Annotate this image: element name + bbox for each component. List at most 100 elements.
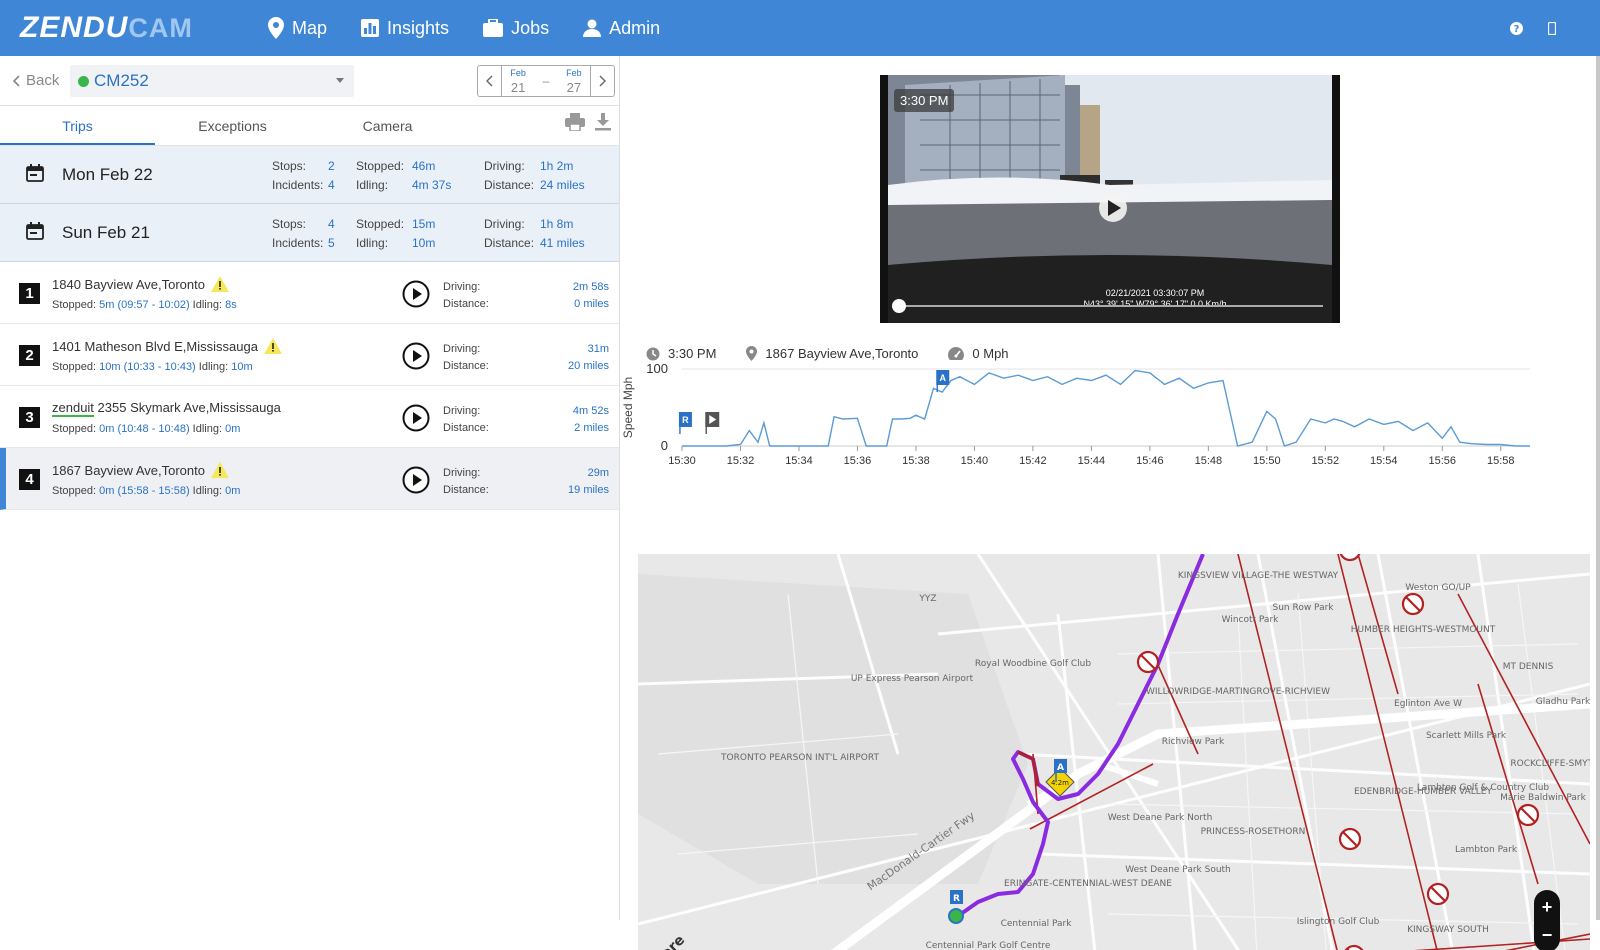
page-scrollbar[interactable] — [1596, 56, 1600, 920]
chart-x-tick: 15:40 — [961, 455, 989, 467]
day-summary[interactable]: Sun Feb 21 Stops: 4 Incidents: 5 Stopped: 1… — [0, 204, 619, 262]
trip-address-text: 2355 Skymark Ave,Mississauga — [97, 400, 281, 415]
date-from-month: Feb — [510, 67, 526, 78]
chart-marker-label: R — [682, 415, 689, 425]
idling-label: Idling: — [198, 361, 229, 373]
day-summary[interactable]: Mon Feb 22 Stops: 2 Incidents: 4 Stopped: 4… — [0, 146, 619, 204]
nav-admin-label: Admin — [609, 17, 661, 38]
video-progress-track[interactable] — [898, 305, 1323, 307]
map-a-label: A — [1057, 763, 1064, 773]
vehicle-select[interactable]: CM252 — [70, 65, 354, 97]
idling-label: Idling: — [192, 299, 223, 311]
tab-camera[interactable]: Camera — [310, 106, 465, 145]
nav-insights[interactable]: Insights — [361, 18, 449, 39]
stopped-value: 5m (09:57 - 10:02) — [99, 299, 190, 311]
map-canvas: 4.2m A R KINGSVIEW VILLAGE-THE WESTWAY W… — [638, 554, 1590, 950]
dashcam-video[interactable]: 3:30 PM 02/21/2021 03:30:07 PM N43° 39' 1… — [880, 75, 1340, 323]
idling-value: 10m — [231, 361, 253, 373]
trip-address: 1867 Bayview Ave,Toronto — [52, 462, 229, 478]
stat-value: 2 — [328, 159, 335, 173]
driving-label: Driving: — [443, 343, 481, 355]
trip-number: 2 — [19, 345, 40, 366]
nav-map[interactable]: Map — [268, 17, 327, 39]
date-separator: – — [542, 74, 550, 88]
driving-value: 4m 52s — [572, 405, 609, 417]
stat-value: 4m 37s — [412, 178, 452, 192]
chart-x-tick: 15:58 — [1487, 455, 1515, 467]
video-progress-handle[interactable] — [892, 299, 906, 313]
stat-value: 24 miles — [540, 178, 585, 192]
stat-label: Idling: — [356, 178, 389, 192]
map-label: KINGSWAY SOUTH — [1407, 925, 1489, 935]
play-icon[interactable] — [402, 342, 430, 370]
trip-values: 31m 20 miles — [568, 341, 609, 375]
help-icon[interactable]: ? — [1508, 20, 1524, 36]
tab-trips[interactable]: Trips — [0, 106, 155, 145]
driving-label: Driving: — [443, 281, 481, 293]
date-range-picker: Feb 21 – Feb 27 — [477, 65, 615, 97]
print-icon[interactable] — [565, 113, 585, 136]
trip-address: zenduit 2355 Skymark Ave,Mississauga — [52, 400, 281, 417]
main-nav: Map Insights Jobs Admin — [268, 0, 694, 56]
trip-row[interactable]: 1 1840 Bayview Ave,Toronto Stopped: 5m (… — [0, 262, 619, 324]
chevron-left-icon — [486, 75, 493, 87]
map-label: Royal Woodbine Golf Club — [975, 659, 1091, 669]
trip-row[interactable]: 3 zenduit 2355 Skymark Ave,Mississauga S… — [0, 386, 619, 448]
prev-date-button[interactable] — [478, 66, 502, 96]
map-label: WILLOWRIDGE-MARTINGROVE-RICHVIEW — [1146, 687, 1330, 697]
stat-label: Driving: — [484, 217, 525, 231]
map-label: Sun Row Park — [1272, 603, 1334, 613]
play-icon[interactable] — [402, 404, 430, 432]
day-stopped: Stopped: 46m — [356, 159, 435, 173]
stat-value: 1h 2m — [540, 159, 574, 173]
stopped-value: 0m (15:58 - 15:58) — [99, 485, 190, 497]
position-time: 3:30 PM — [668, 346, 717, 361]
caret-down-icon — [336, 78, 344, 83]
driving-value: 31m — [587, 343, 609, 355]
distance-label: Distance: — [443, 360, 489, 372]
trip-row-selected[interactable]: 4 1867 Bayview Ave,Toronto Stopped: 0m (… — [0, 448, 619, 510]
trip-row[interactable]: 2 1401 Matheson Blvd E,Mississauga Stopp… — [0, 324, 619, 386]
date-from-day: 21 — [510, 79, 526, 95]
zoom-in-button[interactable]: + — [1534, 894, 1560, 920]
trip-detail-panel: 3:30 PM 02/21/2021 03:30:07 PM N43° 39' 1… — [622, 56, 1590, 950]
date-range[interactable]: Feb 21 – Feb 27 — [502, 66, 590, 96]
route-map[interactable]: 4.2m A R KINGSVIEW VILLAGE-THE WESTWAY W… — [638, 554, 1590, 950]
brand-name-part1: ZENDU — [20, 11, 129, 44]
trip-values: 29m 19 miles — [568, 465, 609, 499]
chart-x-tick: 15:32 — [727, 455, 755, 467]
play-icon[interactable] — [402, 466, 430, 494]
download-icon[interactable] — [595, 113, 611, 136]
zoom-controls: + − — [1534, 890, 1560, 950]
brand-logo[interactable]: ZENDU CAM — [20, 11, 193, 44]
back-button[interactable]: Back — [12, 72, 59, 89]
trip-labels: Driving: Distance: — [443, 341, 489, 375]
stat-label: Idling: — [356, 236, 389, 250]
speed-chart[interactable]: 100 0 Speed Mph 15:30 15:32 15:34 15:36 15:38 15… — [622, 364, 1590, 544]
user-icon — [583, 19, 602, 37]
tab-exceptions[interactable]: Exceptions — [155, 106, 310, 145]
chart-icon — [361, 19, 380, 37]
day-idling: Idling: 4m 37s — [356, 178, 451, 192]
warning-icon[interactable] — [210, 276, 229, 292]
day-incidents: Incidents: 4 — [272, 178, 335, 192]
next-date-button[interactable] — [590, 66, 614, 96]
map-label: West Deane Park North — [1108, 813, 1213, 823]
distance-label: Distance: — [443, 484, 489, 496]
map-label: West Deane Park South — [1125, 865, 1231, 875]
day-distance: Distance: 41 miles — [484, 236, 585, 250]
distance-value: 0 miles — [574, 298, 609, 310]
map-label: Richview Park — [1162, 737, 1225, 747]
warning-icon[interactable] — [263, 338, 282, 354]
warning-icon[interactable] — [210, 462, 229, 478]
trip-values: 4m 52s 2 miles — [573, 403, 609, 437]
stat-label: Stops: — [272, 217, 307, 231]
map-label: Eglinton Ave W — [1394, 699, 1462, 709]
nav-admin[interactable]: Admin — [583, 18, 660, 39]
play-icon[interactable] — [402, 280, 430, 308]
mobile-icon[interactable] — [1544, 20, 1560, 36]
location-pin-icon — [746, 346, 758, 361]
zoom-out-button[interactable]: − — [1534, 922, 1560, 948]
trip-zone-name[interactable]: zenduit — [52, 400, 94, 417]
nav-jobs[interactable]: Jobs — [483, 18, 549, 39]
